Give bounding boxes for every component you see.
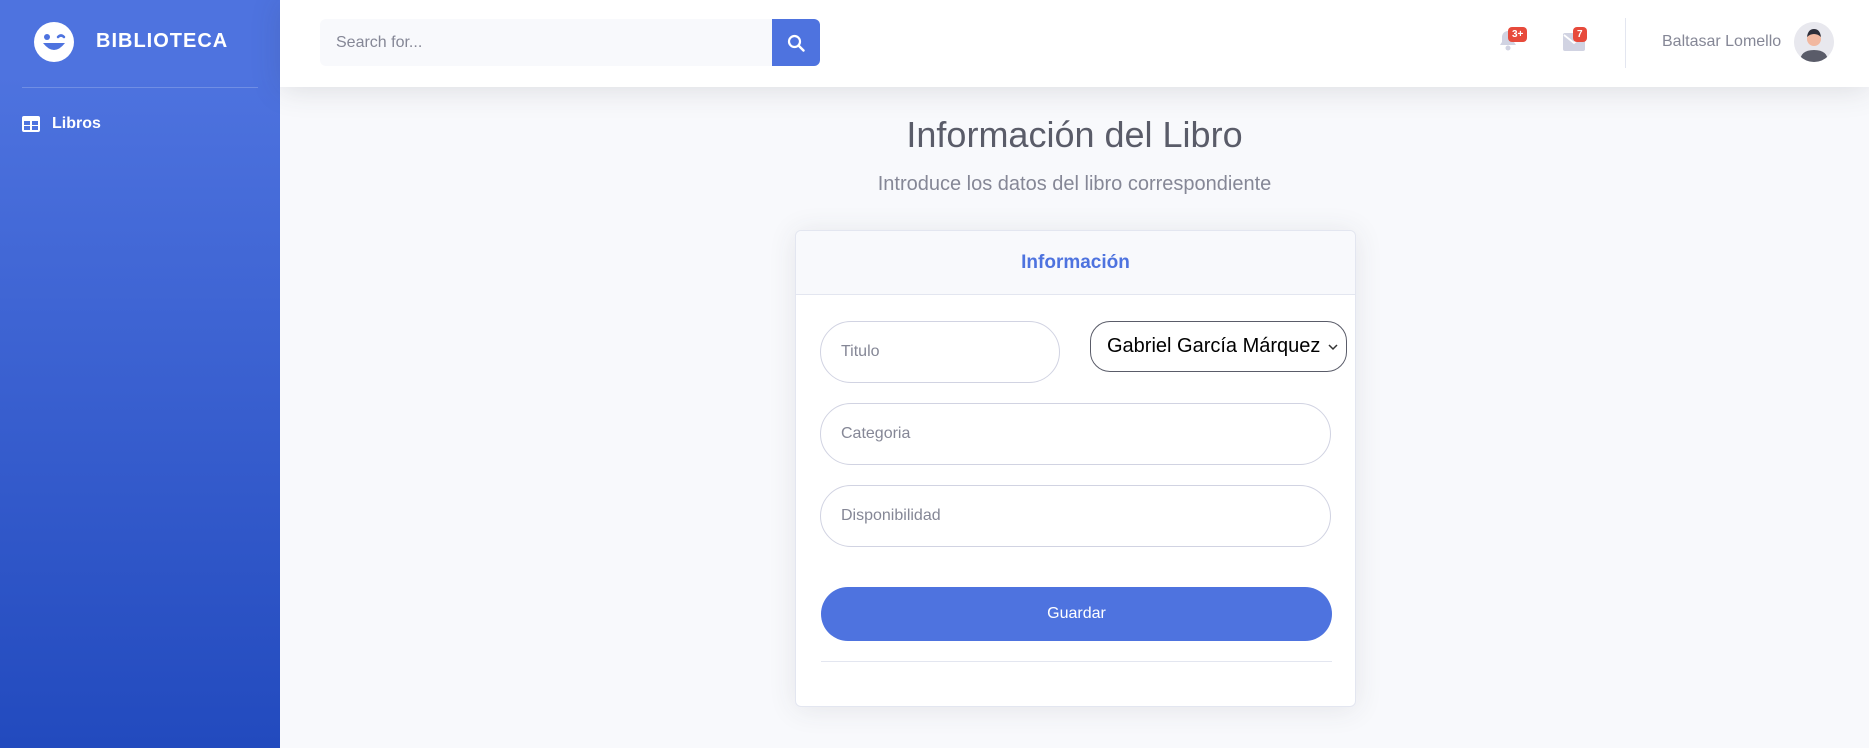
search-bar	[320, 19, 820, 66]
page-subtitle: Introduce los datos del libro correspond…	[877, 173, 1272, 195]
card-divider	[821, 661, 1332, 662]
avatar[interactable]	[1794, 22, 1834, 62]
topbar-divider	[1625, 18, 1626, 68]
card-title: Información	[1021, 251, 1130, 273]
save-button[interactable]: Guardar	[821, 587, 1332, 641]
sidebar-brand[interactable]: BIBLIOTECA	[0, 0, 280, 86]
autor-select-value: Gabriel García Márquez	[1107, 335, 1321, 357]
user-name[interactable]: Baltasar Lomello	[1662, 33, 1781, 51]
messages-badge: 7	[1573, 27, 1587, 42]
sidebar-divider	[22, 87, 258, 88]
topbar: 3+ 7 Baltasar Lomello	[280, 0, 1869, 87]
chevron-down-icon	[1328, 343, 1338, 350]
book-info-card: Información Gabriel García Márquez Guard…	[795, 230, 1356, 707]
page-title: Información del Libro	[906, 114, 1243, 155]
table-icon	[22, 116, 40, 132]
alerts-dropdown[interactable]: 3+	[1498, 27, 1528, 54]
sidebar-item-label: Libros	[52, 115, 101, 132]
sidebar-item-libros[interactable]: Libros	[22, 110, 262, 138]
messages-dropdown[interactable]: 7	[1563, 27, 1587, 54]
disponibilidad-field[interactable]	[820, 485, 1331, 547]
card-header: Información	[796, 231, 1355, 295]
categoria-field[interactable]	[820, 403, 1331, 465]
brand-name: BIBLIOTECA	[96, 30, 229, 52]
search-input[interactable]	[320, 19, 772, 66]
titulo-field[interactable]	[820, 321, 1060, 383]
alerts-badge: 3+	[1508, 27, 1528, 42]
search-icon	[787, 34, 805, 52]
autor-select[interactable]: Gabriel García Márquez	[1090, 321, 1347, 372]
user-avatar-icon	[1794, 22, 1834, 62]
laugh-wink-icon	[34, 22, 74, 62]
sidebar: BIBLIOTECA Libros	[0, 0, 280, 748]
search-button[interactable]	[772, 19, 820, 66]
